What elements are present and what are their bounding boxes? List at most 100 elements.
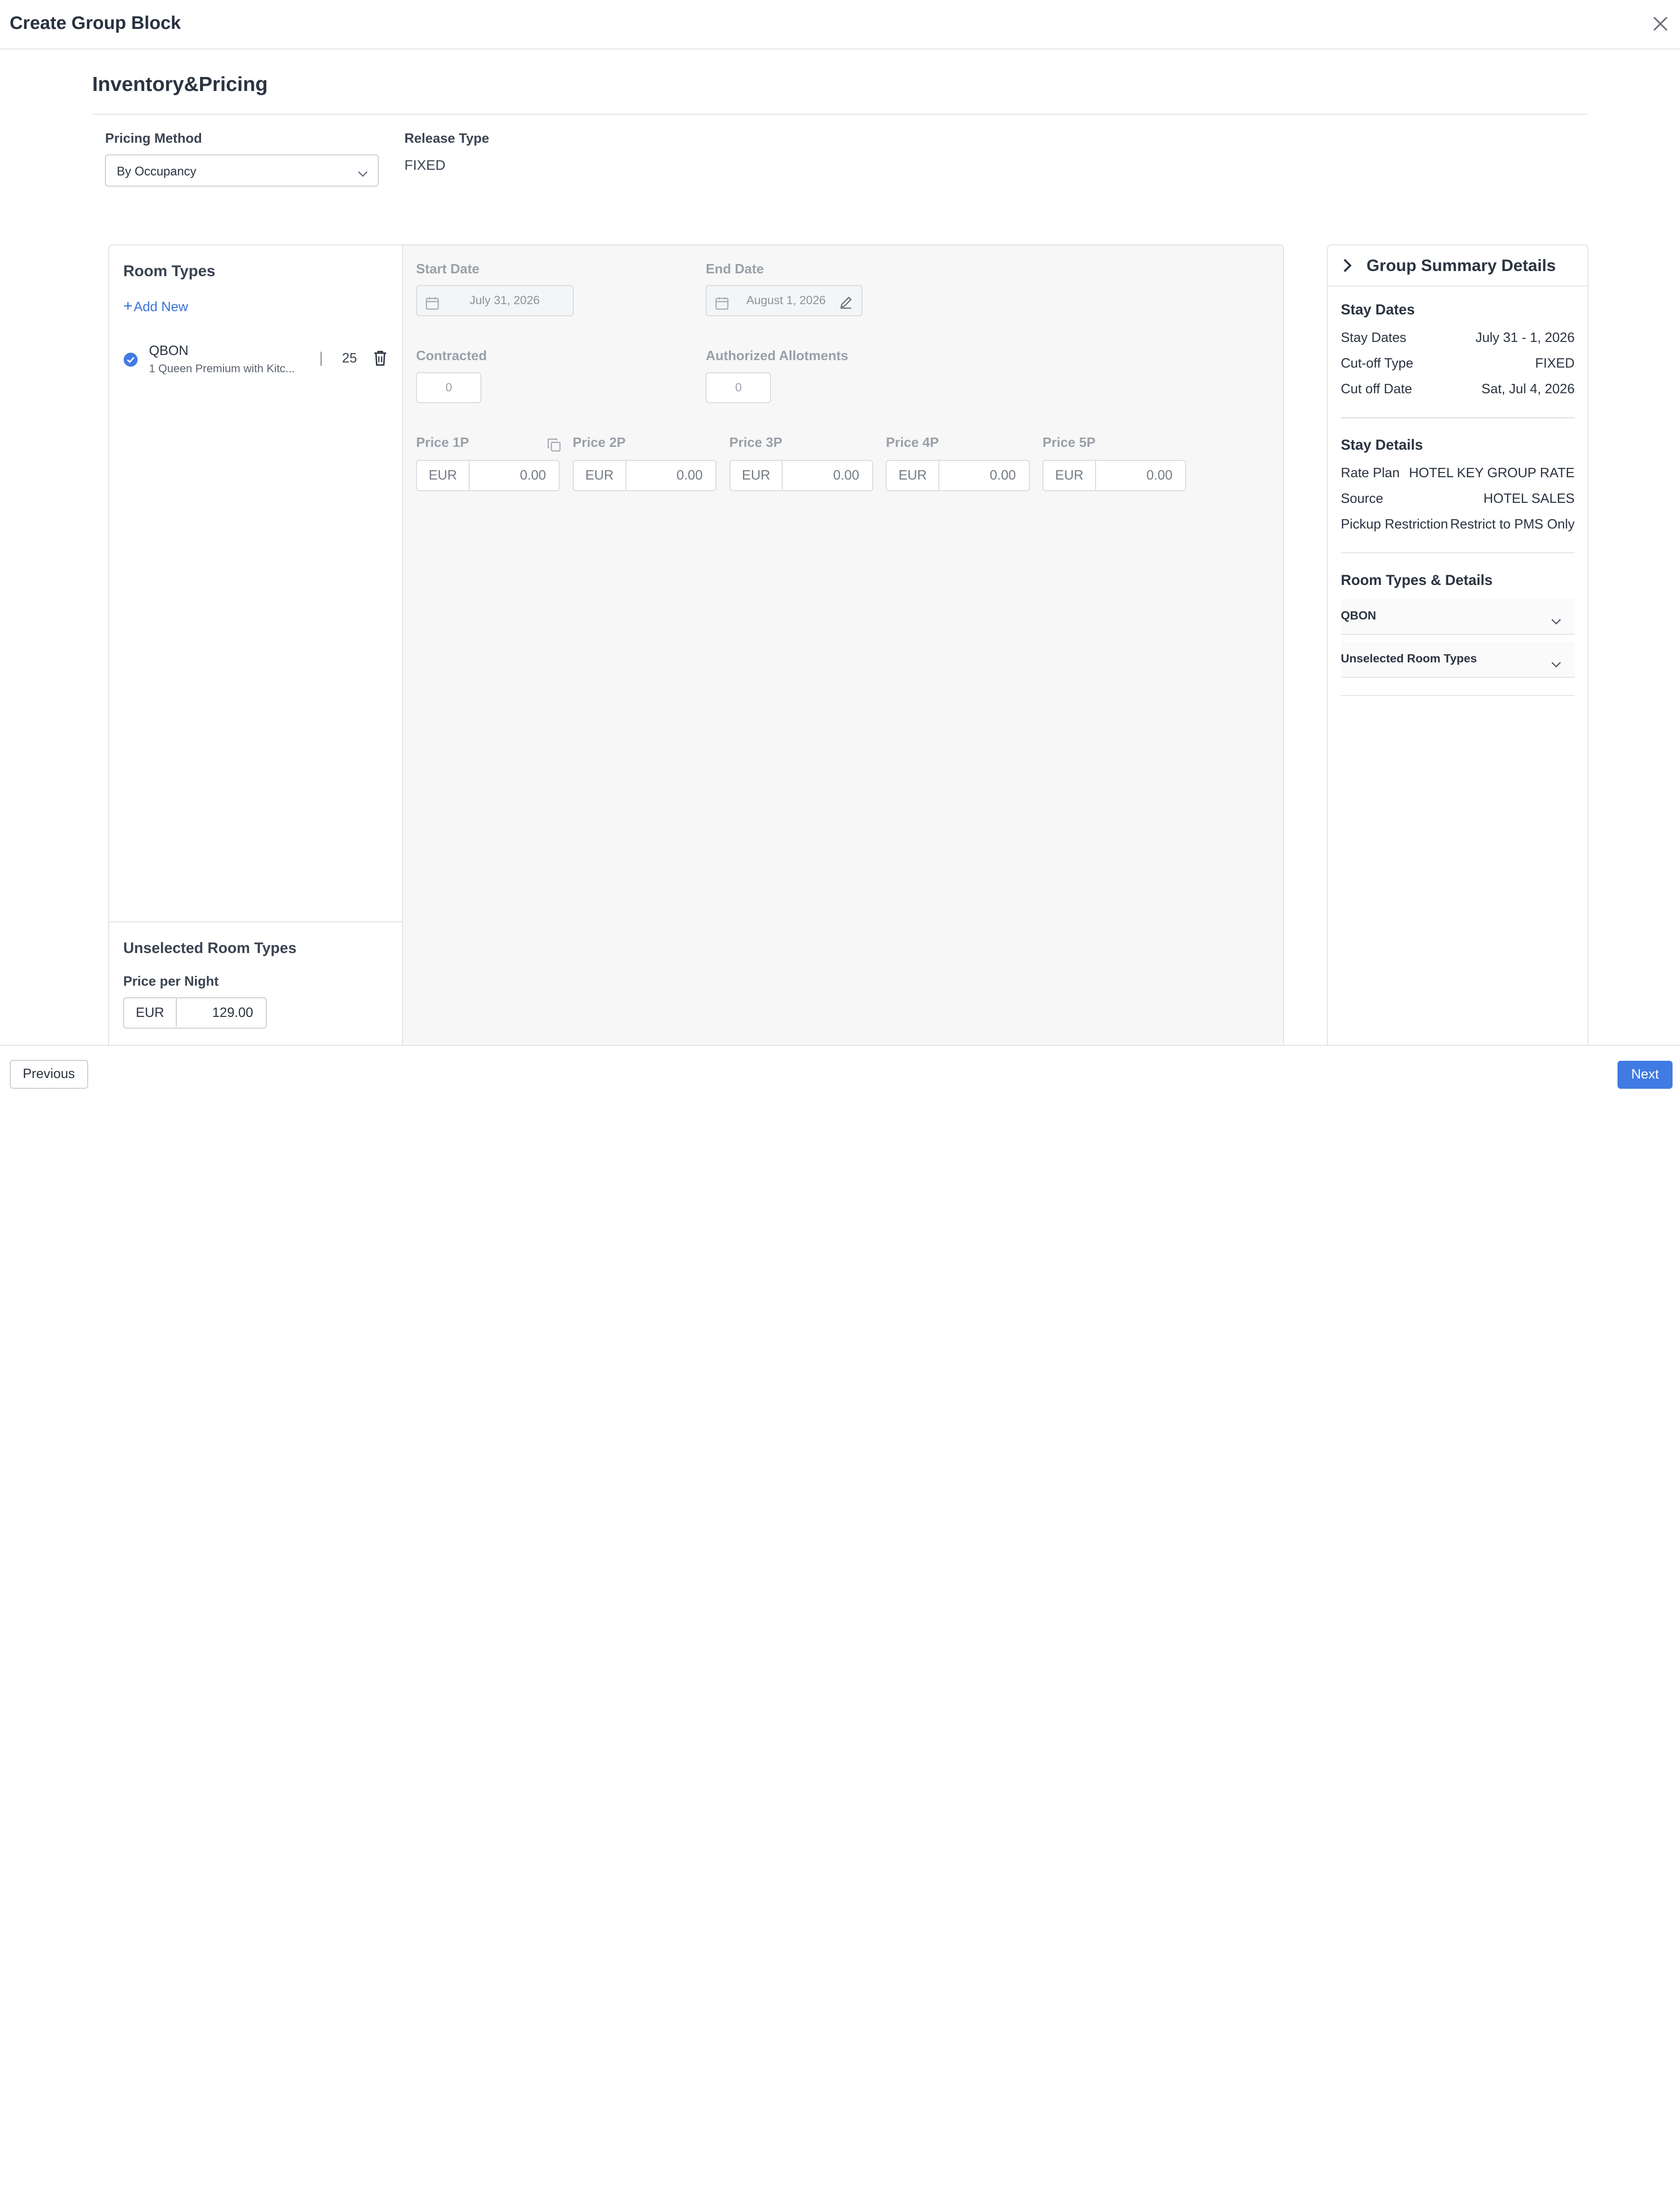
calendar-icon [425, 295, 439, 310]
price-3p-label: Price 3P [729, 435, 783, 451]
currency-label: EUR [574, 461, 626, 490]
price-per-night-input[interactable]: EUR 129.00 [123, 997, 267, 1029]
price-3p-input[interactable]: EUR 0.00 [729, 460, 873, 492]
chevron-down-icon [356, 165, 369, 178]
currency-label: EUR [1043, 461, 1096, 490]
create-group-block-modal: Create Group Block Inventory&Pricing Pri… [0, 0, 1680, 1092]
start-date-field: July 31, 2026 [416, 285, 574, 317]
next-button[interactable]: Next [1618, 1061, 1673, 1089]
plus-icon: + [123, 297, 133, 315]
chevron-down-icon [1551, 612, 1562, 625]
currency-label: EUR [124, 998, 177, 1028]
chevron-down-icon [1551, 654, 1562, 668]
price-1p-input[interactable]: EUR 0.00 [416, 460, 560, 492]
authorized-allotments-label: Authorized Allotments [706, 348, 848, 364]
room-type-code: QBON [149, 343, 189, 358]
price-per-night-value: 129.00 [212, 1005, 253, 1021]
unselected-room-types-title: Unselected Room Types [123, 939, 297, 957]
accordion-qbon[interactable]: QBON [1340, 598, 1575, 635]
unselected-room-types-section: Unselected Room Types Price per Night EU… [109, 921, 403, 1059]
room-types-column: Room Types + Add New QBON 1 Queen Premium… [109, 245, 403, 1059]
release-type-value: FIXED [404, 158, 446, 174]
summary-value: Sat, Jul 4, 2026 [1481, 382, 1575, 397]
price-2p-input[interactable]: EUR 0.00 [572, 460, 717, 492]
room-type-item[interactable]: QBON 1 Queen Premium with Kitc... 25 [120, 340, 395, 383]
previous-button[interactable]: Previous [9, 1060, 88, 1089]
accordion-unselected-room-types[interactable]: Unselected Room Types [1340, 641, 1575, 678]
chevron-right-icon [1340, 257, 1354, 272]
summary-value: Restrict to PMS Only [1450, 517, 1575, 532]
start-date-label: Start Date [416, 261, 479, 277]
trash-icon[interactable] [372, 349, 389, 367]
add-new-room-type-button[interactable]: + Add New [123, 297, 188, 315]
summary-key: Pickup Restriction [1340, 517, 1448, 532]
calendar-icon [715, 295, 729, 310]
price-4p-label: Price 4P [886, 435, 939, 451]
check-circle-icon [123, 352, 138, 367]
authorized-allotments-input[interactable]: 0 [706, 372, 771, 404]
divider [320, 352, 322, 366]
group-summary-toggle[interactable]: Group Summary Details [1328, 245, 1588, 286]
summary-row: Rate Plan HOTEL KEY GROUP RATE [1341, 466, 1575, 485]
summary-value: HOTEL KEY GROUP RATE [1409, 465, 1575, 480]
add-new-label: Add New [133, 299, 188, 314]
divider [1340, 417, 1575, 418]
price-5p-input[interactable]: EUR 0.00 [1042, 460, 1187, 492]
summary-key: Source [1340, 491, 1383, 507]
room-types-details-heading: Room Types & Details [1340, 571, 1493, 588]
price-5p-value: 0.00 [1146, 468, 1173, 483]
end-date-value: August 1, 2026 [746, 293, 826, 307]
summary-key: Cut-off Type [1340, 356, 1414, 371]
summary-row: Pickup Restriction Restrict to PMS Only [1341, 517, 1575, 536]
currency-label: EUR [417, 461, 470, 490]
end-date-field[interactable]: August 1, 2026 [706, 285, 862, 317]
price-1p-label: Price 1P [416, 435, 469, 451]
stay-details-heading: Stay Details [1340, 436, 1423, 453]
pencil-icon[interactable] [839, 294, 853, 309]
summary-row: Stay Dates July 31 - 1, 2026 [1341, 330, 1575, 349]
room-type-count: 25 [342, 350, 357, 366]
room-type-details-column: Start Date July 31, 2026 End Date August… [403, 245, 1284, 1059]
pricing-method-select[interactable]: By Occupancy [105, 154, 379, 187]
price-4p-value: 0.00 [990, 468, 1016, 483]
summary-value: HOTEL SALES [1483, 491, 1575, 507]
modal-footer: Previous Next [0, 1045, 1680, 1092]
pricing-method-label: Pricing Method [105, 131, 202, 146]
accordion-label: Unselected Room Types [1340, 652, 1477, 666]
stay-dates-heading: Stay Dates [1340, 301, 1415, 318]
room-type-description: 1 Queen Premium with Kitc... [149, 362, 295, 376]
release-type-label: Release Type [404, 131, 489, 146]
section-divider [92, 113, 1588, 115]
contracted-label: Contracted [416, 348, 487, 364]
divider [1340, 695, 1575, 696]
summary-row: Cut-off Type FIXED [1341, 356, 1575, 375]
price-5p-label: Price 5P [1042, 435, 1096, 451]
start-date-value: July 31, 2026 [469, 293, 540, 307]
copy-icon[interactable] [547, 437, 561, 452]
summary-row: Source HOTEL SALES [1341, 491, 1575, 510]
modal-header: Create Group Block [0, 0, 1680, 49]
divider [1340, 552, 1575, 554]
price-2p-value: 0.00 [676, 468, 703, 483]
price-1p-value: 0.00 [520, 468, 546, 483]
contracted-input[interactable]: 0 [416, 372, 482, 404]
section-title: Inventory&Pricing [92, 73, 268, 96]
price-4p-input[interactable]: EUR 0.00 [886, 460, 1030, 492]
summary-key: Cut off Date [1340, 382, 1412, 397]
summary-value: July 31 - 1, 2026 [1475, 330, 1575, 346]
summary-row: Cut off Date Sat, Jul 4, 2026 [1341, 382, 1575, 401]
group-summary-title: Group Summary Details [1366, 256, 1556, 275]
currency-label: EUR [887, 461, 940, 490]
price-3p-value: 0.00 [833, 468, 860, 483]
summary-key: Rate Plan [1340, 465, 1400, 480]
currency-label: EUR [730, 461, 783, 490]
accordion-label: QBON [1340, 609, 1376, 623]
price-per-night-label: Price per Night [123, 974, 219, 989]
price-2p-label: Price 2P [572, 435, 626, 451]
room-types-title: Room Types [123, 263, 215, 280]
summary-key: Stay Dates [1340, 330, 1407, 346]
modal-title: Create Group Block [9, 13, 181, 33]
close-icon[interactable] [1650, 13, 1671, 35]
group-summary-panel: Group Summary Details Stay Dates Stay Da… [1327, 244, 1589, 1060]
room-types-panel: Room Types + Add New QBON 1 Queen Premium… [108, 244, 1284, 1060]
